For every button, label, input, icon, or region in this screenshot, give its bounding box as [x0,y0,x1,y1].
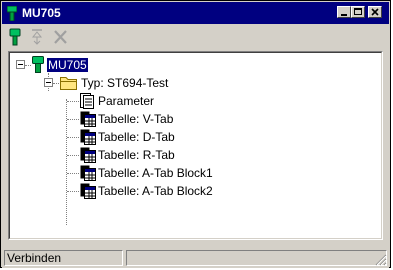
table-icon [80,111,96,127]
table-icon [80,183,96,199]
tree-node-table[interactable]: Tabelle: V-Tab [98,112,173,126]
minimize-icon [341,14,347,16]
resize-grip-icon[interactable] [375,254,387,266]
tree-node-table[interactable]: Tabelle: R-Tab [98,148,175,162]
tree-connector [67,119,79,120]
status-pane-secondary [126,250,387,266]
table-icon [80,147,96,163]
tree-node-root[interactable]: MU705 [47,58,88,72]
tree-connector [67,155,79,156]
toolbar [2,25,389,49]
minimize-button[interactable] [337,6,351,18]
app-window: MU705 MU705 Typ: ST694-Test Parameter Ta… [0,0,391,268]
status-pane-main: Verbinden [4,250,123,266]
collapse-root-toggle[interactable] [16,60,25,69]
tree-connector [66,99,67,225]
sort-button[interactable] [29,28,47,46]
device-tree[interactable]: MU705 Typ: ST694-Test Parameter Tabelle:… [8,51,383,240]
maximize-button[interactable] [351,6,365,18]
delete-button[interactable] [52,28,70,46]
table-icon [80,165,96,181]
delete-icon [54,30,67,44]
tree-node-table[interactable]: Tabelle: D-Tab [98,130,175,144]
connect-device-button[interactable] [7,28,25,46]
folder-open-icon [60,77,77,90]
title-bar[interactable]: MU705 [2,2,389,24]
tree-connector [53,83,59,84]
tree-connector [67,137,79,138]
close-button[interactable] [368,6,382,18]
status-text: Verbinden [7,251,62,265]
tree-node-table[interactable]: Tabelle: A-Tab Block1 [98,166,213,180]
tree-connector [67,101,79,102]
close-icon [371,8,379,16]
maximize-icon [354,8,362,15]
tree-connector [25,65,31,66]
table-icon [80,129,96,145]
tree-inner: MU705 Typ: ST694-Test Parameter Tabelle:… [9,52,382,239]
collapse-type-toggle[interactable] [44,78,53,87]
tree-connector [67,191,79,192]
window-title: MU705 [22,6,61,20]
tree-node-type[interactable]: Typ: ST694-Test [81,76,168,90]
tree-node-parameter[interactable]: Parameter [98,94,154,108]
parameter-icon [80,93,94,109]
tree-node-table[interactable]: Tabelle: A-Tab Block2 [98,184,213,198]
tree-connector [67,173,79,174]
sort-icon [31,29,43,45]
device-icon [32,56,44,73]
status-bar: Verbinden [2,248,389,268]
device-connect-icon [9,28,21,46]
device-app-icon [7,6,17,21]
